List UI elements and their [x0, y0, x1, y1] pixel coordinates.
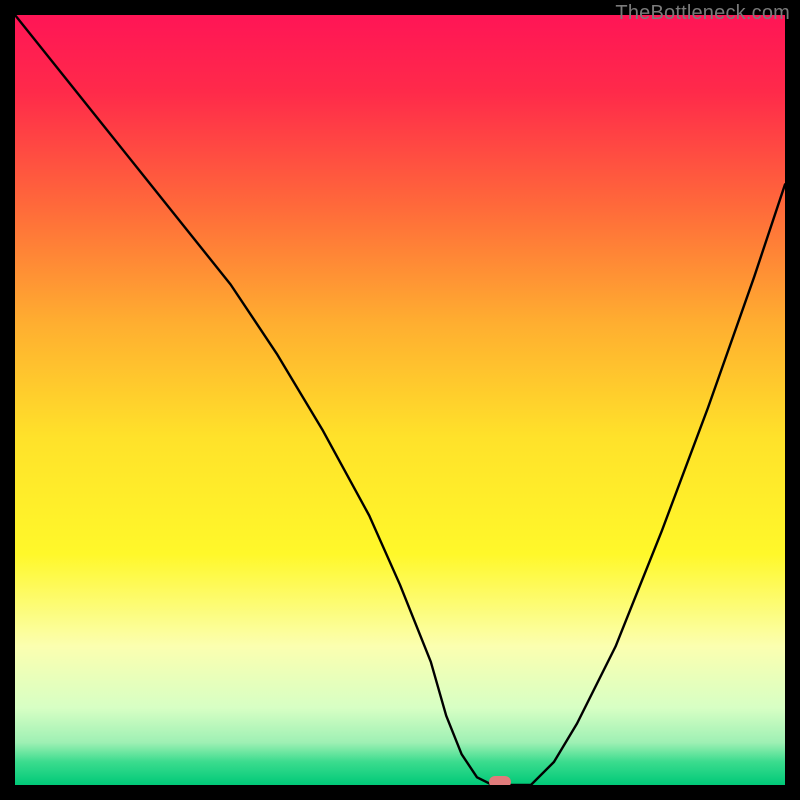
chart-stage: TheBottleneck.com: [0, 0, 800, 800]
bottleneck-curve: [15, 15, 785, 785]
optimal-balance-marker: [489, 776, 511, 785]
plot-area: [15, 15, 785, 785]
watermark-text: TheBottleneck.com: [615, 2, 790, 25]
curve-layer: [15, 15, 785, 785]
